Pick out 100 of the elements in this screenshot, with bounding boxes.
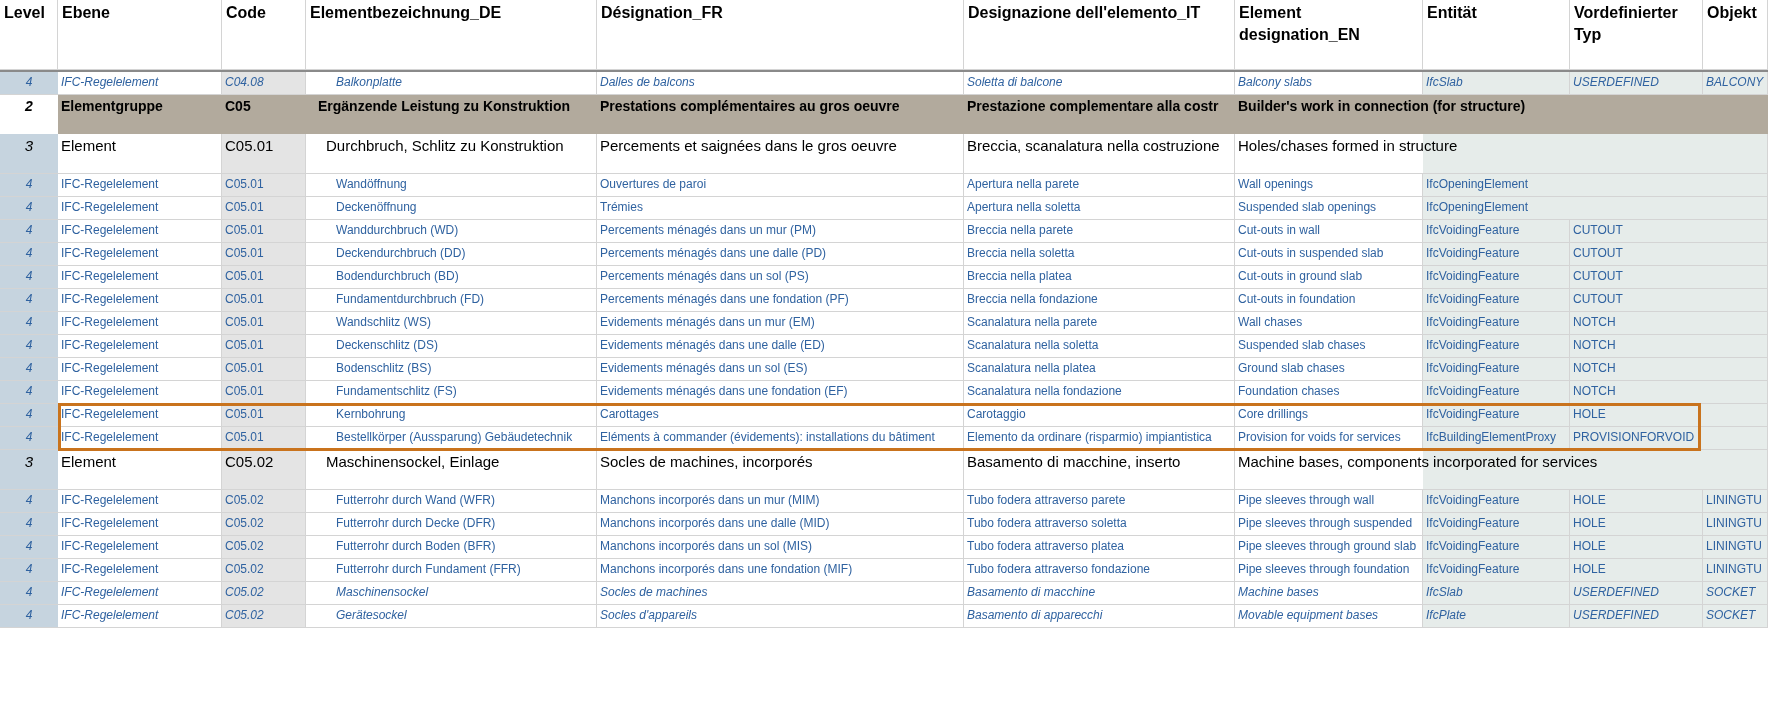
table-cell: IFC-Regelelement [58,289,222,312]
table-cell: Breccia, scanalatura nella costruzione [964,134,1235,174]
table-cell: C05.02 [222,605,306,628]
table-cell: Balkonplatte [306,72,597,95]
table-cell: Scanalatura nella soletta [964,335,1235,358]
table-cell: IfcSlab [1423,582,1570,605]
table-cell: Elemento da ordinare (risparmio) impiantistica [964,427,1235,450]
table-cell: IfcOpeningElement [1423,197,1768,220]
table-cell: Dalles de balcons [597,72,964,95]
table-cell: HOLE [1570,559,1703,582]
table-cell: IfcVoidingFeature [1423,243,1570,266]
column-header: Ebene [58,0,222,70]
table-cell: IfcBuildingElementProxy [1423,427,1570,450]
table-cell: Prestations complémentaires au gros oeuvre [597,95,964,134]
table-cell: Ergänzende Leistung zu Konstruktion [306,95,597,134]
table-cell: Wanddurchbruch (WD) [306,220,597,243]
table-cell: Elementgruppe [58,95,222,134]
level-number: 4 [0,490,58,513]
level-number: 4 [0,582,58,605]
table-cell: Eléments à commander (évidements): installations du bâtiment [597,427,964,450]
table-cell: Cut-outs in suspended slab [1235,243,1423,266]
table-cell: Suspended slab chases [1235,335,1423,358]
table-cell: PROVISIONFORVOID [1570,427,1768,450]
table-cell: Deckenschlitz (DS) [306,335,597,358]
level-number: 4 [0,266,58,289]
table-cell: Percements ménagés dans une fondation (PF) [597,289,964,312]
table-cell: SOCKET [1703,582,1768,605]
table-cell: C05 [222,95,306,134]
table-cell: C05.01 [222,381,306,404]
table-cell: Deckendurchbruch (DD) [306,243,597,266]
table-cell: IfcVoidingFeature [1423,559,1570,582]
table-cell: Wall openings [1235,174,1423,197]
table-cell: C05.01 [222,312,306,335]
table-cell: Tubo fodera attraverso fondazione [964,559,1235,582]
table-cell: Kernbohrung [306,404,597,427]
table-cell: Evidements ménagés dans un mur (EM) [597,312,964,335]
level-number: 4 [0,427,58,450]
table-cell: Bodenschlitz (BS) [306,358,597,381]
table-cell: HOLE [1570,536,1703,559]
table-cell: Manchons incorporés dans un mur (MIM) [597,490,964,513]
table-cell: C05.02 [222,513,306,536]
table-cell: Bodendurchbruch (BD) [306,266,597,289]
level-number: 4 [0,335,58,358]
level-number: 4 [0,289,58,312]
table-cell: Soletta di balcone [964,72,1235,95]
table-cell: Ground slab chases [1235,358,1423,381]
table-cell: Evidements ménagés dans une fondation (EF) [597,381,964,404]
table-cell: IFC-Regelelement [58,582,222,605]
table-cell: LININGTU [1703,536,1768,559]
table-cell: IfcVoidingFeature [1423,289,1570,312]
level-number: 4 [0,220,58,243]
table-cell: Provision for voids for services [1235,427,1423,450]
table-cell: C05.02 [222,490,306,513]
table-cell: C04.08 [222,72,306,95]
table-cell: Carottages [597,404,964,427]
table-cell: Breccia nella parete [964,220,1235,243]
table-cell: C05.01 [222,134,306,174]
table-cell: IFC-Regelelement [58,358,222,381]
level-number: 4 [0,559,58,582]
table-cell: Pipe sleeves through suspended [1235,513,1423,536]
table-cell: IfcOpeningElement [1423,174,1768,197]
table-cell: Basamento di macchine [964,582,1235,605]
table-cell: CUTOUT [1570,289,1768,312]
table-cell: Apertura nella soletta [964,197,1235,220]
table-cell: Pipe sleeves through wall [1235,490,1423,513]
table-cell: Maschinensockel, Einlage [306,450,597,490]
table-cell: Element [58,134,222,174]
table-cell: CUTOUT [1570,266,1768,289]
table-cell: Manchons incorporés dans un sol (MIS) [597,536,964,559]
column-header: Vordefinierter Typ [1570,0,1703,70]
table-cell: C05.01 [222,266,306,289]
table-cell: C05.01 [222,404,306,427]
table-cell: Futterrohr durch Wand (WFR) [306,490,597,513]
table-cell: IFC-Regelelement [58,266,222,289]
table-cell: Futterrohr durch Decke (DFR) [306,513,597,536]
table-cell: Percements ménagés dans un mur (PM) [597,220,964,243]
table-cell: C05.02 [222,559,306,582]
table-cell: NOTCH [1570,358,1768,381]
table-cell: Prestazione complementare alla costr [964,95,1235,134]
level-number: 4 [0,72,58,95]
table-cell: HOLE [1570,513,1703,536]
table-cell: NOTCH [1570,381,1768,404]
table-cell: Basamento di macchine, inserto [964,450,1235,490]
table-cell: C05.01 [222,174,306,197]
table-cell: Carotaggio [964,404,1235,427]
table-cell: HOLE [1570,490,1703,513]
table-cell: CUTOUT [1570,220,1768,243]
table-cell: Breccia nella fondazione [964,289,1235,312]
table-cell: Pipe sleeves through ground slab [1235,536,1423,559]
table-cell: Percements et saignées dans le gros oeuvre [597,134,964,174]
table-cell: Scanalatura nella platea [964,358,1235,381]
table-cell: IfcVoidingFeature [1423,381,1570,404]
level-number: 4 [0,513,58,536]
table-cell: IFC-Regelelement [58,559,222,582]
column-header: Element designation_EN [1235,0,1423,70]
table-cell: IfcVoidingFeature [1423,490,1570,513]
level-number: 2 [24,97,34,116]
table-cell: CUTOUT [1570,243,1768,266]
table-cell: Holes/chases formed in structure [1235,134,1768,174]
table-cell: USERDEFINED [1570,605,1703,628]
